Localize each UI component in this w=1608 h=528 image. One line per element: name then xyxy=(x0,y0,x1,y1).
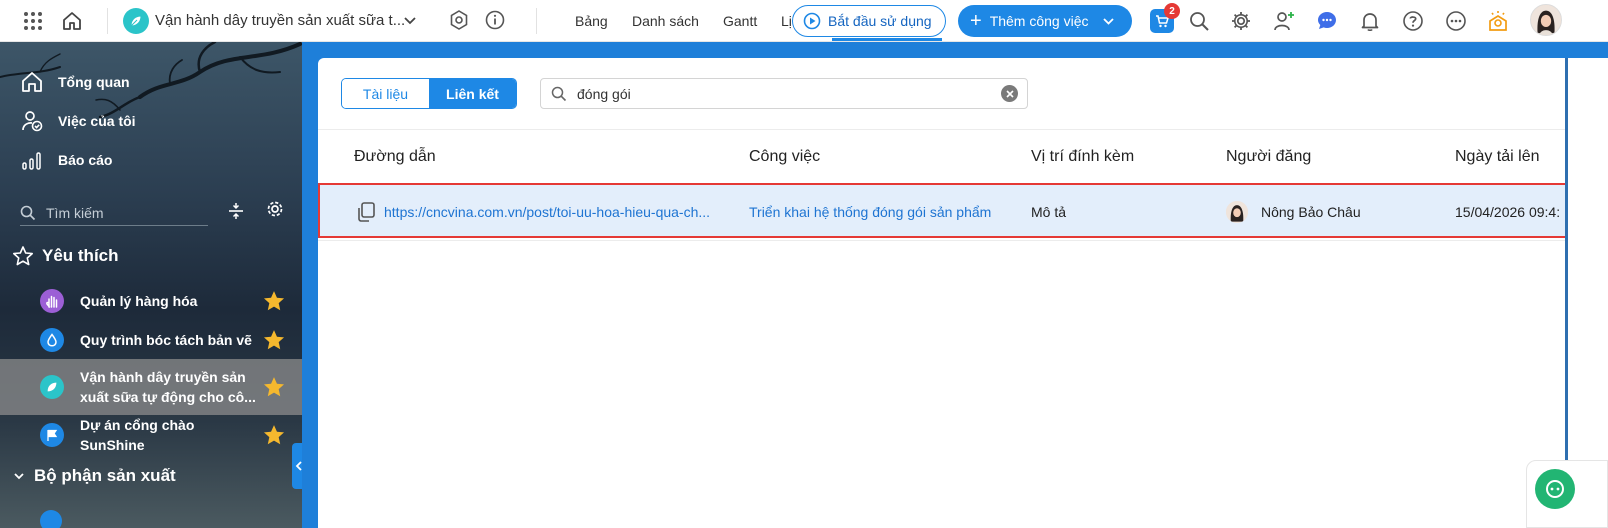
search-icon xyxy=(20,205,36,220)
background-branch-image xyxy=(0,42,302,119)
sidebar-item-label: Báo cáo xyxy=(58,152,113,168)
play-circle-icon xyxy=(803,12,821,30)
sidebar-item-my-tasks[interactable]: Việc của tôi xyxy=(20,109,136,133)
sidebar-item-overview[interactable]: Tổng quan xyxy=(20,70,130,94)
lightbulb-icon[interactable] xyxy=(1486,9,1510,33)
favorites-title-label: Yêu thích xyxy=(42,246,119,265)
start-using-button[interactable]: Bắt đầu sử dụng xyxy=(792,5,946,37)
task-link[interactable]: Triển khai hệ thống đóng gói sản phẩm xyxy=(749,204,991,220)
search-icon[interactable] xyxy=(1187,9,1211,33)
chat-bot-icon xyxy=(1535,469,1575,509)
link-url[interactable]: https://cncvina.com.vn/post/toi-uu-hoa-h… xyxy=(384,204,710,220)
user-avatar[interactable] xyxy=(1530,4,1562,36)
link-search-field[interactable]: đóng gói xyxy=(540,78,1028,109)
add-user-icon[interactable] xyxy=(1272,9,1296,33)
attachment-location: Mô tả xyxy=(1031,204,1067,220)
settings-badge-icon[interactable] xyxy=(448,9,470,31)
tab-list[interactable]: Danh sách xyxy=(632,13,699,29)
sidebar-item-label: Quy trình bóc tách bản vẽ xyxy=(80,332,252,348)
star-filled-icon[interactable] xyxy=(262,423,286,447)
column-header-upload-date[interactable]: Ngày tải lên xyxy=(1455,148,1540,166)
chart-icon xyxy=(22,152,41,170)
tab-documents[interactable]: Tài liệu xyxy=(342,79,429,108)
copy-icon[interactable] xyxy=(355,201,377,223)
hand-icon xyxy=(40,289,64,313)
user-check-icon xyxy=(22,111,43,132)
clear-search-icon[interactable] xyxy=(1001,85,1018,102)
chevron-down-icon[interactable] xyxy=(402,12,418,30)
more-icon[interactable] xyxy=(1444,9,1468,33)
search-icon xyxy=(551,86,567,101)
gear-icon[interactable] xyxy=(1229,9,1253,33)
drop-icon xyxy=(40,328,64,352)
favorites-section-title[interactable]: Yêu thích xyxy=(12,245,119,267)
active-tab-indicator xyxy=(832,38,942,41)
sidebar-item-reports[interactable]: Báo cáo xyxy=(20,148,112,172)
tab-gantt[interactable]: Gantt xyxy=(723,13,757,29)
divider xyxy=(536,8,537,34)
tab-links[interactable]: Liên kết xyxy=(429,79,516,108)
attachment-type-toggle: Tài liệu Liên kết xyxy=(341,78,517,109)
sidebar-item-favorite[interactable]: Quy trình bóc tách bản vẽ xyxy=(0,325,302,355)
column-header-attachment-location[interactable]: Vị trí đính kèm xyxy=(1031,148,1134,166)
bell-icon[interactable] xyxy=(1358,9,1382,33)
leaf-icon xyxy=(40,375,64,399)
department-title-label: Bộ phận sản xuất xyxy=(34,466,176,485)
info-icon[interactable] xyxy=(484,9,506,31)
support-chat-button[interactable] xyxy=(1526,460,1608,528)
department-item-icon xyxy=(40,510,62,528)
gear-icon[interactable] xyxy=(263,197,287,221)
upload-date: 15/04/2026 09:4: xyxy=(1455,204,1561,220)
project-leaf-icon xyxy=(123,8,149,34)
column-header-link[interactable]: Đường dẫn xyxy=(354,148,436,166)
sidebar-search-input[interactable]: Tìm kiếm xyxy=(46,205,104,221)
cart-count-badge: 2 xyxy=(1164,3,1180,19)
project-title[interactable]: Vận hành dây truyền sản xuất sữa t... xyxy=(155,12,405,29)
poster-name: Nông Bảo Châu xyxy=(1261,204,1361,220)
sidebar-item-label: Tổng quan xyxy=(58,74,130,90)
flag-icon xyxy=(40,423,64,447)
home-icon[interactable] xyxy=(60,9,84,33)
home-icon xyxy=(22,72,42,92)
sidebar-search[interactable]: Tìm kiếm xyxy=(20,200,208,226)
sidebar-item-label: Vận hành dây truyền sản xuất sữa tự động… xyxy=(80,369,256,405)
star-filled-icon[interactable] xyxy=(262,375,286,399)
column-header-task[interactable]: Công việc xyxy=(749,148,820,166)
app-grid-icon[interactable] xyxy=(22,10,44,32)
sidebar-item-label: Dự án cổng chào SunShine xyxy=(80,417,195,453)
tab-calendar[interactable]: Lị xyxy=(781,13,792,29)
sidebar-item-favorite[interactable]: Quản lý hàng hóa xyxy=(0,286,302,316)
divider xyxy=(318,129,1568,130)
add-task-label: Thêm công việc xyxy=(989,13,1089,29)
help-icon[interactable] xyxy=(1401,9,1425,33)
star-outline-icon xyxy=(13,246,33,266)
chevron-down-icon[interactable] xyxy=(1102,17,1114,25)
chevron-down-icon xyxy=(14,473,24,480)
sidebar-item-favorite-active[interactable]: Vận hành dây truyền sản xuất sữa tự động… xyxy=(0,359,302,415)
star-filled-icon[interactable] xyxy=(262,328,286,352)
collapse-all-icon[interactable] xyxy=(224,199,248,223)
sidebar-item-favorite[interactable]: Dự án cổng chào SunShine xyxy=(0,417,302,453)
column-header-poster[interactable]: Người đăng xyxy=(1226,148,1311,166)
poster-avatar xyxy=(1226,201,1248,223)
tab-board[interactable]: Bảng xyxy=(575,13,608,29)
star-filled-icon[interactable] xyxy=(262,289,286,313)
chat-icon[interactable] xyxy=(1315,9,1339,33)
scrollbar[interactable] xyxy=(1565,58,1568,528)
sidebar-item-label: Việc của tôi xyxy=(58,113,136,129)
sidebar-item-label: Quản lý hàng hóa xyxy=(80,293,198,309)
add-task-button[interactable]: + Thêm công việc xyxy=(958,5,1132,37)
department-section-title[interactable]: Bộ phận sản xuất xyxy=(12,466,176,486)
divider xyxy=(318,240,1568,241)
sidebar: Tổng quan Việc của tôi Báo cáo Tìm kiếm … xyxy=(0,42,302,528)
start-using-label: Bắt đầu sử dụng xyxy=(828,13,932,29)
top-bar: Vận hành dây truyền sản xuất sữa t... Bả… xyxy=(0,0,1608,42)
divider xyxy=(107,8,108,34)
search-input[interactable]: đóng gói xyxy=(577,86,631,102)
plus-icon: + xyxy=(970,10,982,32)
